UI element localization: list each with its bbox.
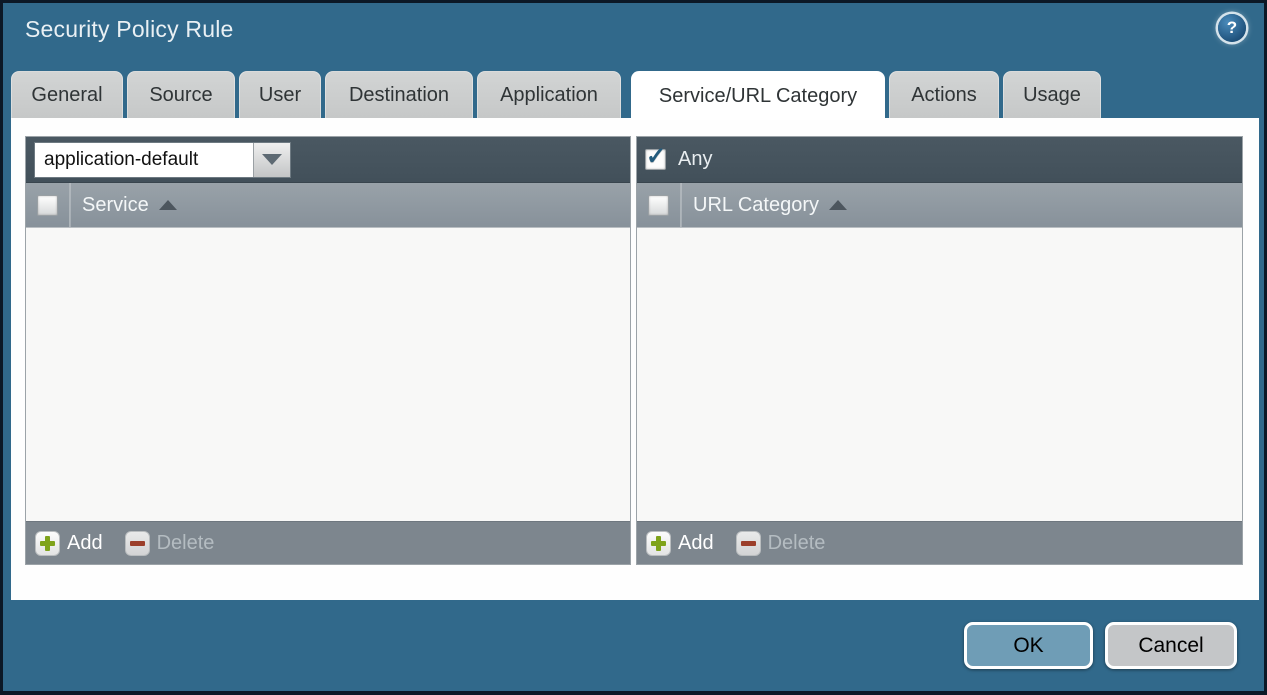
add-button-label: Add	[67, 532, 103, 555]
any-label: Any	[678, 148, 712, 171]
service-delete-button[interactable]: Delete	[125, 531, 215, 556]
add-button-label: Add	[678, 532, 714, 555]
url-category-footer-toolbar: Add Delete	[637, 521, 1242, 564]
url-category-header-checkbox-cell	[637, 183, 681, 227]
any-checkbox[interactable]: ✓	[645, 149, 666, 170]
url-category-column-header[interactable]: URL Category	[693, 194, 819, 217]
url-category-panel: ✓ Any URL Category Add	[636, 136, 1243, 565]
minus-icon	[125, 531, 150, 556]
plus-icon	[646, 531, 671, 556]
url-category-select-all-checkbox[interactable]	[648, 195, 669, 216]
tab-content-service-url-category: application-default Service Add	[11, 118, 1259, 600]
url-category-toolbar: ✓ Any	[637, 137, 1242, 183]
service-header-checkbox-cell	[26, 183, 70, 227]
tab-general[interactable]: General	[11, 71, 123, 118]
ok-button[interactable]: OK	[964, 622, 1093, 669]
tab-bar: General Source User Destination Applicat…	[11, 71, 1101, 118]
sort-ascending-icon	[159, 200, 177, 210]
service-select-all-checkbox[interactable]	[37, 195, 58, 216]
service-type-dropdown-value: application-default	[35, 143, 253, 177]
url-category-table-body	[637, 228, 1242, 521]
service-add-button[interactable]: Add	[35, 531, 103, 556]
minus-icon	[736, 531, 761, 556]
url-category-table-header: URL Category	[637, 183, 1242, 228]
question-mark-glyph: ?	[1227, 18, 1237, 38]
help-icon[interactable]: ?	[1218, 14, 1246, 42]
security-policy-rule-dialog: Security Policy Rule ? General Source Us…	[0, 0, 1267, 695]
tab-service-url-category[interactable]: Service/URL Category	[631, 71, 885, 120]
url-category-delete-button[interactable]: Delete	[736, 531, 826, 556]
page-title: Security Policy Rule	[25, 16, 234, 43]
tab-usage[interactable]: Usage	[1003, 71, 1101, 118]
service-toolbar: application-default	[26, 137, 630, 183]
dropdown-arrow-button[interactable]	[253, 143, 290, 177]
service-column-header[interactable]: Service	[82, 194, 149, 217]
delete-button-label: Delete	[768, 532, 826, 555]
tab-user[interactable]: User	[239, 71, 321, 118]
service-type-dropdown[interactable]: application-default	[34, 142, 291, 178]
chevron-down-icon	[262, 154, 282, 165]
tab-source[interactable]: Source	[127, 71, 235, 118]
service-footer-toolbar: Add Delete	[26, 521, 630, 564]
delete-button-label: Delete	[157, 532, 215, 555]
tab-application[interactable]: Application	[477, 71, 621, 118]
cancel-button[interactable]: Cancel	[1105, 622, 1237, 669]
service-panel: application-default Service Add	[25, 136, 631, 565]
url-category-add-button[interactable]: Add	[646, 531, 714, 556]
sort-ascending-icon	[829, 200, 847, 210]
check-icon: ✓	[646, 145, 666, 169]
tab-destination[interactable]: Destination	[325, 71, 473, 118]
service-table-body	[26, 228, 630, 521]
any-checkbox-row: ✓ Any	[645, 148, 712, 171]
plus-icon	[35, 531, 60, 556]
tab-actions[interactable]: Actions	[889, 71, 999, 118]
service-table-header: Service	[26, 183, 630, 228]
dialog-action-bar: OK Cancel	[964, 622, 1237, 669]
